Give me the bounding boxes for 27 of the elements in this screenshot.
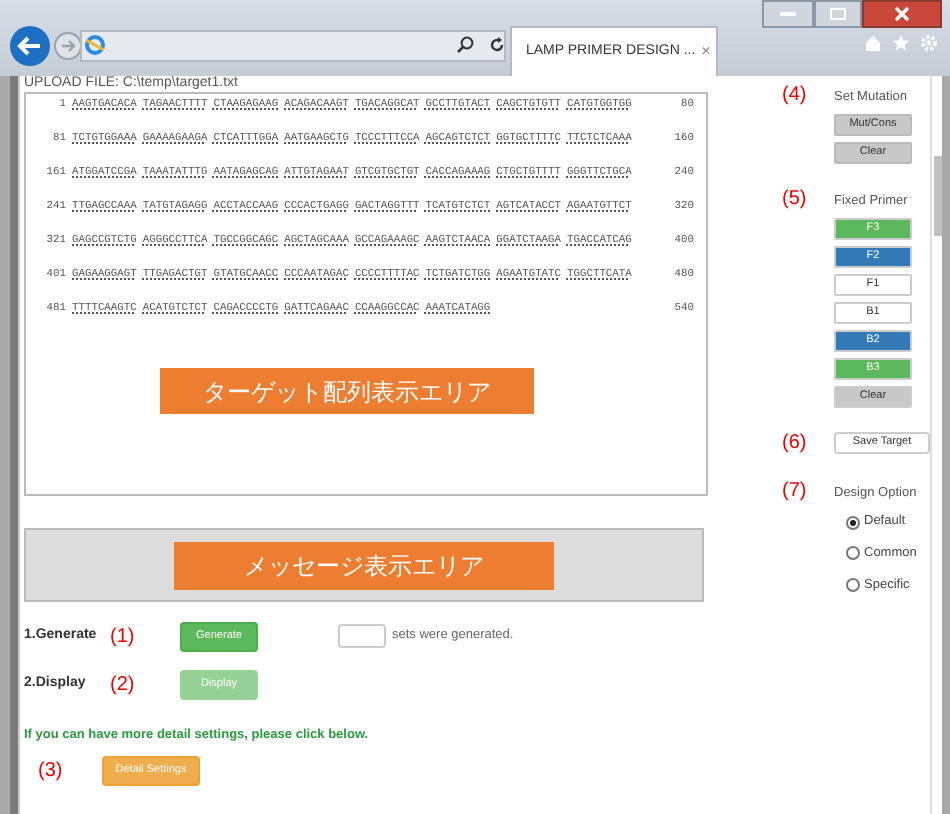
radio-button[interactable] <box>846 515 860 530</box>
scrollbar-thumb[interactable] <box>933 156 941 236</box>
search-icon[interactable] <box>456 36 474 54</box>
count-field[interactable] <box>338 624 386 648</box>
close-button[interactable] <box>862 0 942 28</box>
settings-icon[interactable] <box>920 34 938 52</box>
radio-button[interactable] <box>846 578 860 593</box>
callout-marker: (4) <box>782 84 809 110</box>
star-icon[interactable] <box>892 34 910 52</box>
callout-marker: (1) <box>110 623 137 651</box>
target-area-label: ターゲット配列表示エリア <box>160 368 534 414</box>
radio-button[interactable] <box>846 546 860 561</box>
callout-marker: (3) <box>38 757 65 786</box>
callout-marker: (7) <box>782 479 809 505</box>
callout-marker: (5) <box>782 187 809 214</box>
forward-icon[interactable] <box>54 32 82 60</box>
refresh-icon[interactable] <box>488 36 506 54</box>
minimize-button[interactable] <box>762 0 814 28</box>
back-icon[interactable] <box>10 26 50 66</box>
callout-marker: (6) <box>782 431 809 455</box>
browser-logo-icon <box>84 34 106 56</box>
close-icon <box>894 6 910 22</box>
maximize-button[interactable] <box>814 0 862 28</box>
tab-close-button[interactable]: × <box>701 40 711 64</box>
callout-marker: (2) <box>110 671 137 699</box>
home-icon[interactable] <box>864 34 882 52</box>
message-area-label: メッセージ表示エリア <box>174 541 554 589</box>
